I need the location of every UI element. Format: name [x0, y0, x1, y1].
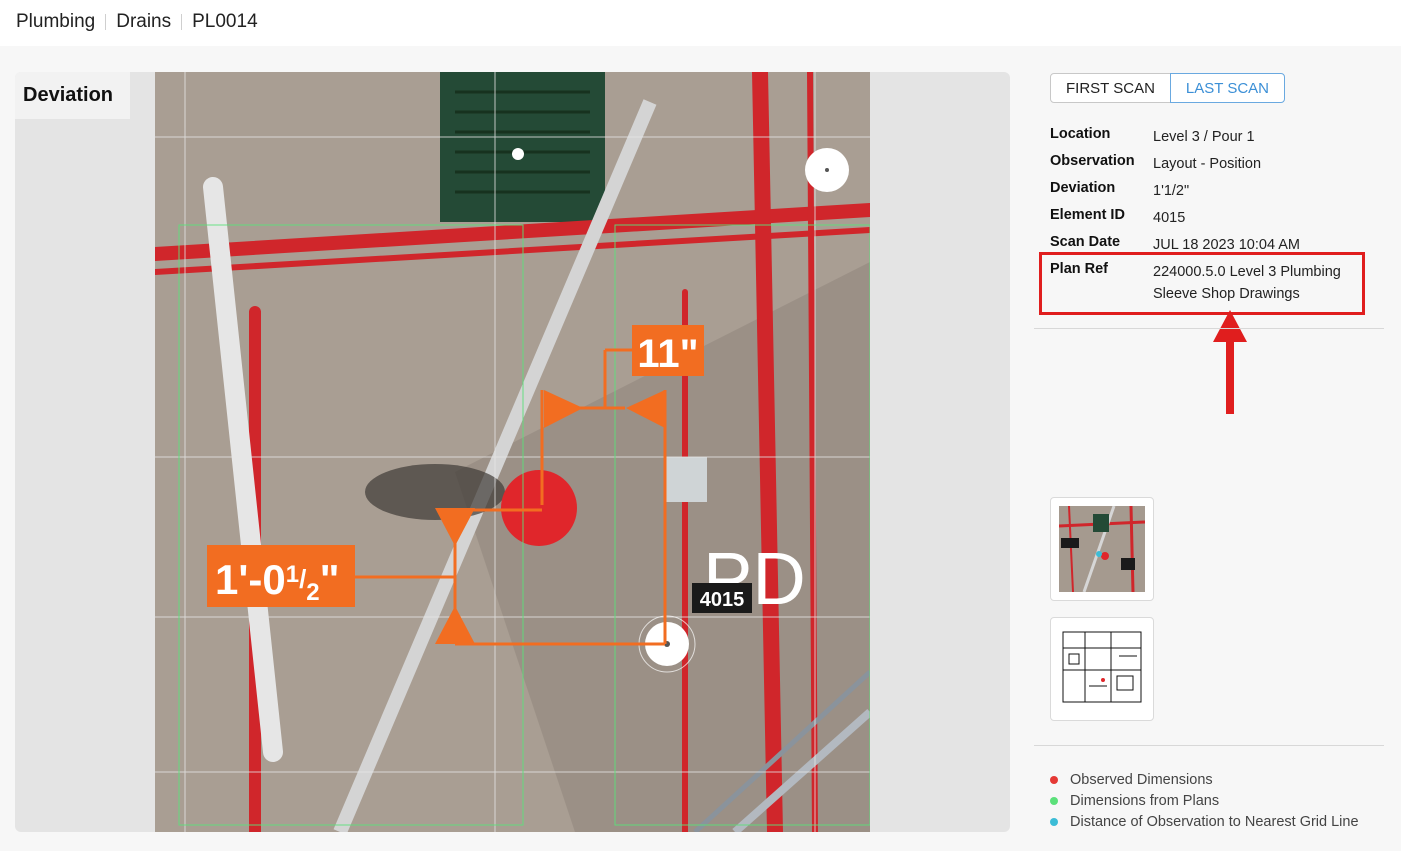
legend-dot-icon [1050, 776, 1058, 784]
drain-grate [440, 72, 605, 222]
detail-value: 1'1/2" [1153, 183, 1190, 199]
breadcrumb: Plumbing Drains PL0014 [16, 11, 258, 33]
legend-label: Distance of Observation to Nearest Grid … [1070, 814, 1359, 830]
legend-item-plans: Dimensions from Plans [1050, 793, 1219, 809]
grate-marker [512, 148, 524, 160]
legend-dot-icon [1050, 818, 1058, 826]
junction-box [665, 457, 707, 502]
detail-value: 4015 [1153, 210, 1186, 226]
legend-label: Dimensions from Plans [1070, 793, 1220, 809]
pipe-shadow [365, 464, 505, 520]
top-bar: Plumbing Drains PL0014 [0, 0, 1401, 46]
legend-item-observed: Observed Dimensions [1050, 772, 1213, 788]
detail-value: Layout - Position [1153, 156, 1262, 172]
legend-divider [1034, 745, 1384, 746]
legend-dot-icon [1050, 797, 1058, 805]
fraction-slash: / [299, 564, 306, 594]
plan-ref-highlight-box [1039, 252, 1365, 315]
scan-toggle: FIRST SCAN LAST SCAN [1050, 73, 1285, 103]
detail-label: Element ID [1050, 207, 1125, 223]
breadcrumb-item-id: PL0014 [192, 11, 258, 32]
scan-image[interactable]: 11" 1'-01/2" PD 4015 [155, 72, 870, 832]
legend-item-grid-distance: Distance of Observation to Nearest Grid … [1050, 814, 1359, 830]
breadcrumb-separator [181, 14, 183, 30]
deviation-viewer[interactable]: 11" 1'-01/2" PD 4015 Deviation [15, 72, 1010, 832]
detail-value: Level 3 / Pour 1 [1153, 129, 1255, 145]
last-scan-button[interactable]: LAST SCAN [1169, 73, 1285, 103]
first-scan-button[interactable]: FIRST SCAN [1050, 73, 1171, 103]
dimension-value-horizontal: 11" [637, 332, 698, 376]
detail-label: Deviation [1050, 180, 1116, 196]
plan-thumbnail-image [1059, 626, 1145, 712]
dimension-value-vertical: 1'-01/2" [215, 556, 340, 606]
detail-label: Location [1050, 126, 1111, 142]
plan-thumbnail[interactable] [1050, 617, 1154, 721]
legend-label: Observed Dimensions [1070, 772, 1213, 788]
viewer-title: Deviation [15, 72, 130, 119]
breadcrumb-drains[interactable]: Drains [116, 11, 171, 33]
element-tag: 4015 [700, 589, 745, 611]
observed-element [501, 470, 577, 546]
detail-label: Observation [1050, 153, 1135, 169]
scan-thumbnail[interactable] [1050, 497, 1154, 601]
reference-marker[interactable] [805, 148, 849, 192]
annotation-arrow-icon [1213, 310, 1247, 414]
details-divider [1034, 328, 1384, 329]
breadcrumb-separator [105, 14, 107, 30]
detail-label: Scan Date [1050, 234, 1121, 250]
breadcrumb-plumbing[interactable]: Plumbing [16, 11, 95, 33]
scan-thumbnail-image [1059, 506, 1145, 592]
